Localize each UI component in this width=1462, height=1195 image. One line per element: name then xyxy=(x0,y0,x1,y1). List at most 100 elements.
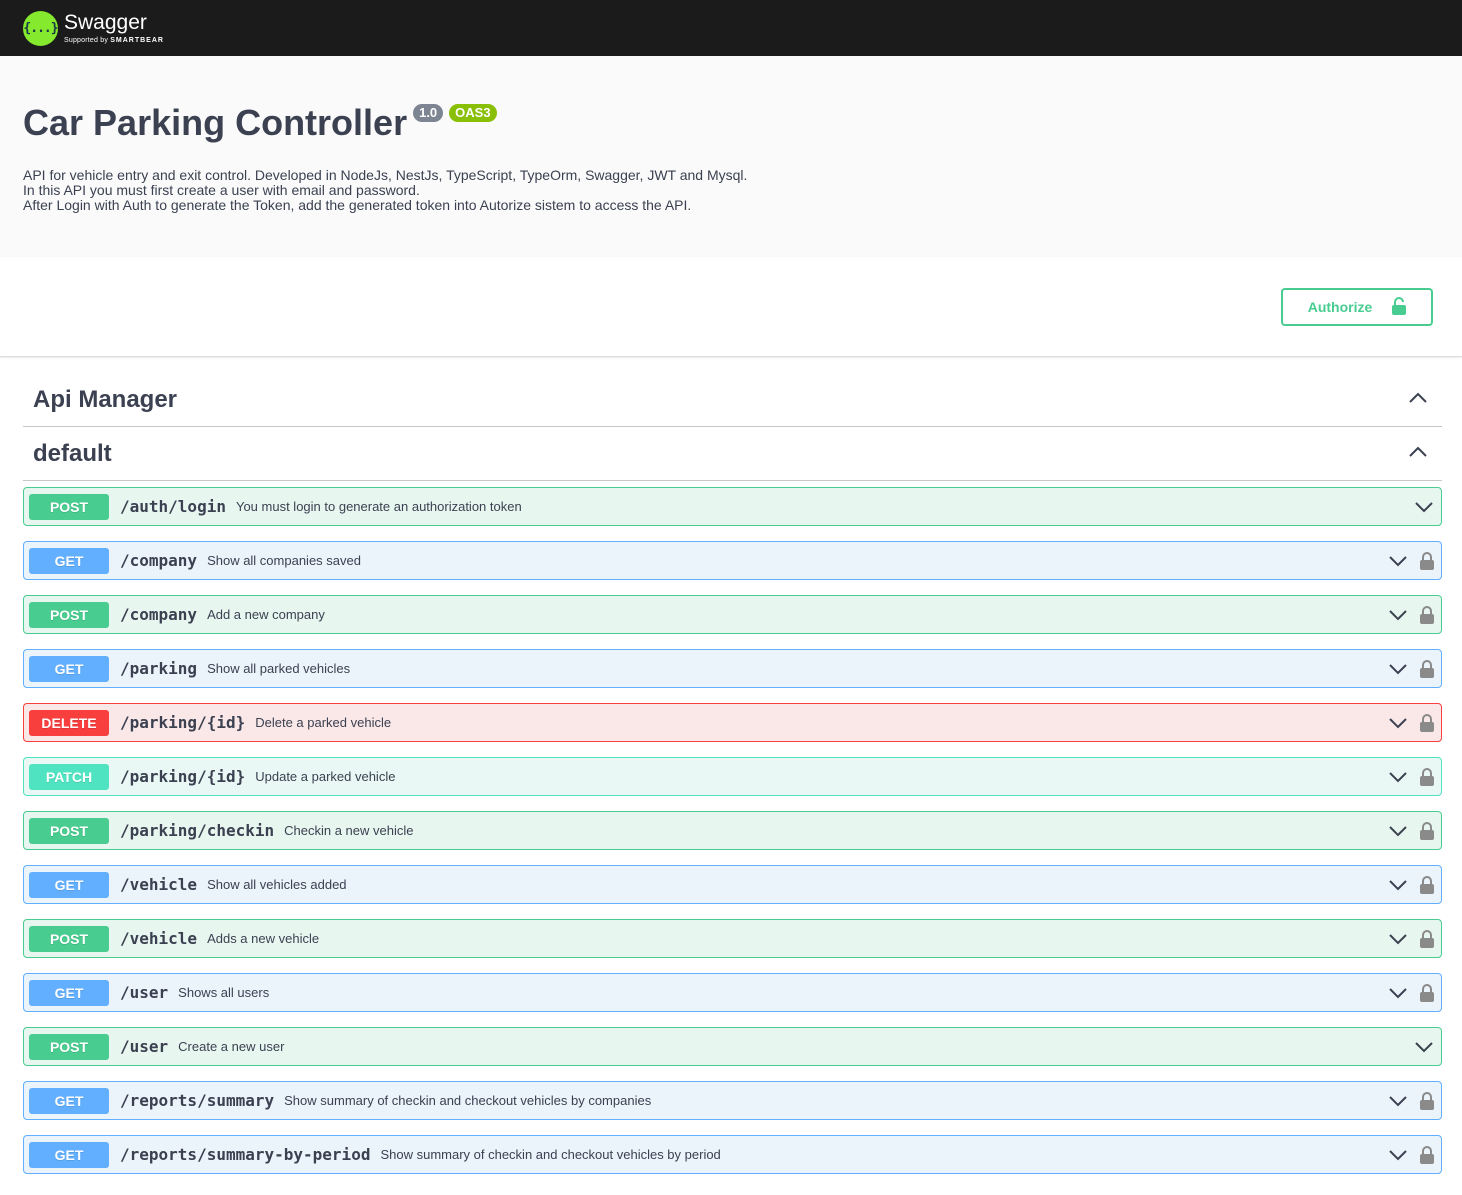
tag-title: Api Manager xyxy=(33,385,178,413)
lock-icon[interactable] xyxy=(1420,821,1434,840)
method-badge: POST xyxy=(29,601,109,628)
operation-path: /reports/summary xyxy=(120,1091,275,1110)
operation-summary: Shows all users xyxy=(178,985,270,1000)
info-section: Car Parking Controller 1.0 OAS3 API for … xyxy=(0,56,1462,257)
method-badge: DELETE xyxy=(29,709,109,736)
method-badge: GET xyxy=(29,1087,109,1114)
description-line: API for vehicle entry and exit control. … xyxy=(23,167,748,183)
operation-summary: Adds a new vehicle xyxy=(207,931,320,946)
operation-summary: Add a new company xyxy=(207,607,325,622)
chevron-down-icon[interactable] xyxy=(1388,1095,1408,1107)
tag-title: default xyxy=(33,439,112,467)
method-badge: GET xyxy=(29,979,109,1006)
authorize-button[interactable]: Authorize xyxy=(1281,288,1433,326)
operation-path: /company xyxy=(120,605,198,624)
operation-controls xyxy=(1388,812,1434,849)
oas-badge: OAS3 xyxy=(449,104,497,122)
lock-icon[interactable] xyxy=(1420,1145,1434,1164)
operation-summary: Show all parked vehicles xyxy=(207,661,351,676)
authorize-label: Authorize xyxy=(1307,299,1373,315)
chevron-down-icon[interactable] xyxy=(1388,771,1408,783)
operation-row[interactable]: GET/reports/summary-by-period Show summar… xyxy=(23,1135,1442,1174)
chevron-down-icon[interactable] xyxy=(1388,663,1408,675)
operation-controls xyxy=(1388,704,1434,741)
unlocked-icon xyxy=(1392,296,1407,318)
method-badge: GET xyxy=(29,655,109,682)
operation-summary: Show summary of checkin and checkout veh… xyxy=(284,1093,652,1108)
chevron-down-icon[interactable] xyxy=(1414,501,1434,513)
swagger-logo[interactable]: {...} Swagger Supported by SMARTBEAR xyxy=(23,10,164,46)
lock-icon[interactable] xyxy=(1420,767,1434,786)
chevron-down-icon[interactable] xyxy=(1388,987,1408,999)
operation-summary: You must login to generate an authorizat… xyxy=(235,499,522,514)
page-title: Car Parking Controller xyxy=(23,102,408,143)
operation-controls xyxy=(1388,1136,1434,1173)
method-badge: POST xyxy=(29,817,109,844)
chevron-down-icon[interactable] xyxy=(1388,1149,1408,1161)
brand-name: Swagger xyxy=(64,10,147,34)
operation-path: /parking xyxy=(120,659,198,678)
lock-icon[interactable] xyxy=(1420,659,1434,678)
operation-path: /parking/{id} xyxy=(120,767,246,786)
chevron-down-icon[interactable] xyxy=(1388,555,1408,567)
operation-path: /reports/summary-by-period xyxy=(120,1145,371,1164)
operation-path: /user xyxy=(120,983,169,1002)
description-line: In this API you must first create a user… xyxy=(23,182,420,198)
method-badge: POST xyxy=(29,493,109,520)
chevron-down-icon[interactable] xyxy=(1388,717,1408,729)
operation-summary: Checkin a new vehicle xyxy=(284,823,414,838)
operation-row[interactable]: POST/auth/login You must login to generat… xyxy=(23,487,1442,526)
version-badge: 1.0 xyxy=(413,104,444,122)
lock-icon[interactable] xyxy=(1420,875,1434,894)
operation-row[interactable]: GET/company Show all companies saved xyxy=(23,541,1442,580)
operation-row[interactable]: GET/parking Show all parked vehicles xyxy=(23,649,1442,688)
operation-controls xyxy=(1388,650,1434,687)
operation-controls xyxy=(1388,1082,1434,1119)
lock-icon[interactable] xyxy=(1420,929,1434,948)
operations-list: POST/auth/login You must login to generat… xyxy=(23,481,1442,1174)
operation-row[interactable]: GET/vehicle Show all vehicles added xyxy=(23,865,1442,904)
operation-summary: Delete a parked vehicle xyxy=(255,715,392,730)
operation-controls xyxy=(1388,758,1434,795)
operation-controls xyxy=(1414,1028,1434,1065)
operation-row[interactable]: POST/vehicle Adds a new vehicle xyxy=(23,919,1442,958)
lock-icon[interactable] xyxy=(1420,1091,1434,1110)
chevron-down-icon[interactable] xyxy=(1414,1041,1434,1053)
chevron-down-icon[interactable] xyxy=(1388,825,1408,837)
operation-path: /vehicle xyxy=(120,929,198,948)
swagger-logo-icon: {...} xyxy=(23,10,59,46)
method-badge: POST xyxy=(29,1033,109,1060)
lock-icon[interactable] xyxy=(1420,713,1434,732)
method-badge: POST xyxy=(29,925,109,952)
operation-summary: Show all vehicles added xyxy=(207,877,347,892)
operation-row[interactable]: GET/reports/summary Show summary of check… xyxy=(23,1081,1442,1120)
supported-prefix: Supported by xyxy=(64,36,109,44)
topbar: {...} Swagger Supported by SMARTBEAR xyxy=(0,0,1462,56)
operation-row[interactable]: GET/user Shows all users xyxy=(23,973,1442,1012)
tag-api-manager[interactable]: Api Manager xyxy=(23,373,1442,427)
method-badge: GET xyxy=(29,871,109,898)
operation-path: /user xyxy=(120,1037,169,1056)
smartbear-name: SMARTBEAR xyxy=(110,36,164,44)
lock-icon[interactable] xyxy=(1420,605,1434,624)
operation-controls xyxy=(1388,542,1434,579)
lock-icon[interactable] xyxy=(1420,983,1434,1002)
operation-row[interactable]: DELETE/parking/{id} Delete a parked vehic… xyxy=(23,703,1442,742)
operation-path: /parking/{id} xyxy=(120,713,246,732)
operation-row[interactable]: POST/user Create a new user xyxy=(23,1027,1442,1066)
method-badge: GET xyxy=(29,547,109,574)
operation-row[interactable]: POST/company Add a new company xyxy=(23,595,1442,634)
tag-default[interactable]: default xyxy=(23,427,1442,481)
operation-summary: Show all companies saved xyxy=(207,553,361,568)
operations-content: Api Manager default POST/auth/login You m… xyxy=(0,373,1462,1174)
supported-by: Supported by SMARTBEAR xyxy=(64,36,164,45)
operation-row[interactable]: PATCH/parking/{id} Update a parked vehicl… xyxy=(23,757,1442,796)
operation-row[interactable]: POST/parking/checkin Checkin a new vehicl… xyxy=(23,811,1442,850)
chevron-down-icon[interactable] xyxy=(1388,933,1408,945)
operation-controls xyxy=(1388,596,1434,633)
lock-icon[interactable] xyxy=(1420,551,1434,570)
chevron-down-icon[interactable] xyxy=(1388,879,1408,891)
chevron-down-icon[interactable] xyxy=(1388,609,1408,621)
operation-controls xyxy=(1414,488,1434,525)
chevron-up-icon xyxy=(1408,391,1428,409)
